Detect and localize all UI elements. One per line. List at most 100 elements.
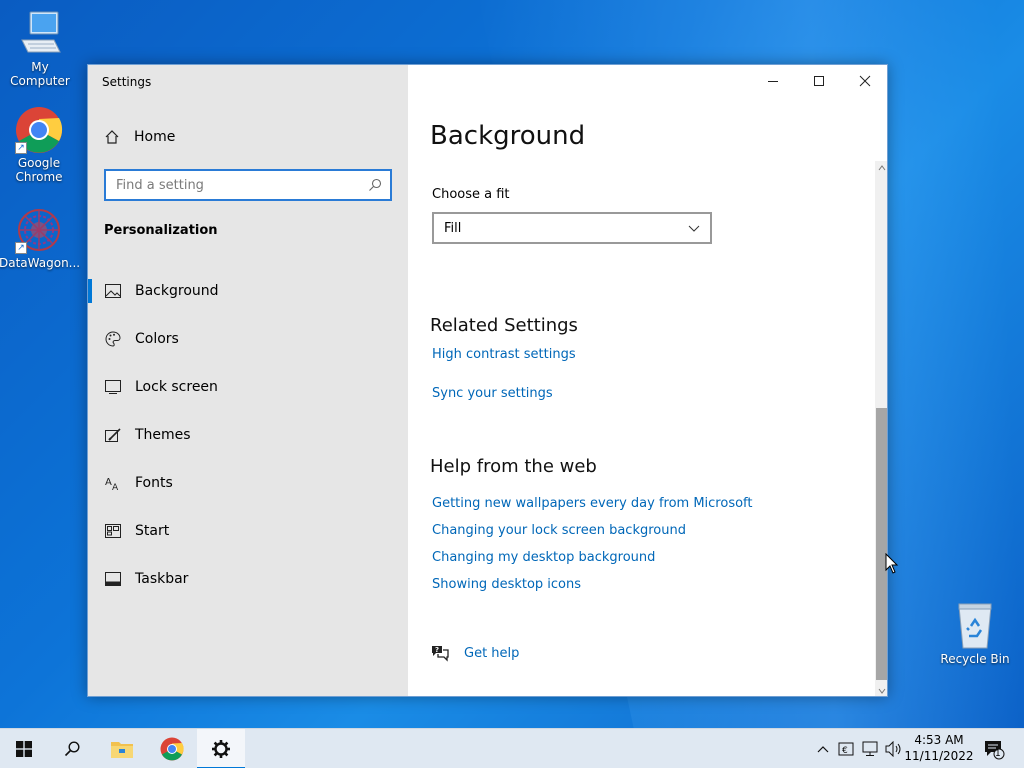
desktop-icon-label: My Computer	[10, 60, 70, 88]
search-input[interactable]	[106, 171, 356, 199]
close-button[interactable]	[842, 65, 887, 97]
chrome-icon	[160, 737, 184, 761]
sidebar-item-lock-screen[interactable]: Lock screen	[88, 363, 408, 411]
sidebar-item-taskbar[interactable]: Taskbar	[88, 555, 408, 603]
get-help-link[interactable]: ? Get help	[430, 643, 519, 663]
chevron-up-icon	[817, 746, 829, 753]
minimize-button[interactable]	[750, 65, 796, 97]
page-title: Background	[430, 121, 586, 151]
fit-dropdown-value: Fill	[444, 220, 462, 236]
sidebar-item-label: Fonts	[135, 475, 173, 491]
action-center-button[interactable]: 1	[980, 729, 1008, 768]
mouse-cursor-icon	[885, 553, 899, 574]
help-link-desktop-icons[interactable]: Showing desktop icons	[432, 577, 581, 592]
help-link-wallpapers[interactable]: Getting new wallpapers every day from Mi…	[432, 496, 753, 511]
picture-icon	[104, 282, 122, 300]
sidebar-item-label: Lock screen	[135, 379, 218, 395]
clock-time: 4:53 AM	[914, 733, 964, 747]
sidebar-item-label: Themes	[135, 427, 191, 443]
start-icon	[104, 522, 122, 540]
show-hidden-icons-button[interactable]	[814, 729, 832, 768]
volume-icon	[885, 741, 901, 757]
sidebar-nav: Background Colors Lock screen Themes A A…	[88, 267, 408, 603]
close-icon	[859, 75, 871, 87]
volume-button[interactable]	[884, 729, 904, 768]
desktop-icon-google-chrome[interactable]: ↗ Google Chrome	[0, 106, 79, 184]
search-button[interactable]	[48, 729, 96, 768]
sidebar-item-start[interactable]: Start	[88, 507, 408, 555]
help-link-lock-screen[interactable]: Changing your lock screen background	[432, 523, 686, 538]
get-help-label: Get help	[464, 645, 520, 661]
fonts-icon: AA	[104, 474, 122, 492]
chevron-down-icon	[688, 225, 700, 232]
sidebar-item-fonts[interactable]: AA Fonts	[88, 459, 408, 507]
chrome-icon: ↗	[15, 106, 63, 154]
palette-icon	[104, 330, 122, 348]
sync-settings-link[interactable]: Sync your settings	[432, 386, 553, 401]
notification-count: 1	[995, 749, 1001, 759]
help-from-web-heading: Help from the web	[430, 456, 597, 477]
computer-icon	[16, 10, 64, 58]
section-title: Personalization	[104, 223, 218, 238]
choose-fit-label: Choose a fit	[432, 187, 510, 202]
home-label: Home	[134, 129, 176, 145]
search-box[interactable]	[104, 169, 392, 201]
desktop-icon-datawagon[interactable]: ↗ DataWagon...	[0, 206, 81, 270]
help-link-desktop-background[interactable]: Changing my desktop background	[432, 550, 655, 565]
recycle-bin-icon	[951, 602, 999, 650]
home-link[interactable]: Home	[104, 129, 175, 145]
desktop-icon-label: Recycle Bin	[940, 652, 1010, 666]
taskbar-file-explorer[interactable]	[98, 729, 146, 768]
taskbar-settings[interactable]	[197, 729, 245, 768]
shortcut-arrow-icon: ↗	[15, 242, 27, 254]
maximize-button[interactable]	[796, 65, 842, 97]
svg-text:?: ?	[435, 646, 439, 654]
settings-sidebar: Settings Home Personalization Background	[88, 65, 408, 696]
scroll-down-button[interactable]	[875, 684, 887, 696]
svg-text:A: A	[105, 477, 112, 488]
sidebar-item-colors[interactable]: Colors	[88, 315, 408, 363]
tray-app-icon[interactable]: €	[836, 729, 856, 768]
start-button[interactable]	[0, 729, 48, 768]
search-icon	[64, 741, 80, 757]
sidebar-item-background[interactable]: Background	[88, 267, 408, 315]
related-settings-heading: Related Settings	[430, 315, 578, 336]
desktop-icon-label: Google Chrome	[15, 156, 63, 184]
chevron-down-icon	[878, 688, 886, 694]
settings-window: Settings Home Personalization Background	[87, 64, 888, 697]
network-icon	[862, 741, 878, 756]
themes-icon	[104, 426, 122, 444]
chevron-up-icon	[878, 165, 886, 171]
maximize-icon	[814, 76, 824, 86]
notification-icon	[985, 741, 1005, 760]
network-button[interactable]	[860, 729, 882, 768]
get-help-icon: ?	[432, 646, 449, 662]
sidebar-item-themes[interactable]: Themes	[88, 411, 408, 459]
folder-icon	[111, 742, 133, 758]
scrollbar[interactable]	[875, 161, 887, 696]
taskbar-clock[interactable]: 4:53 AM 11/11/2022	[902, 732, 976, 764]
desktop-icon-label: DataWagon...	[0, 256, 81, 270]
sidebar-item-label: Start	[135, 523, 170, 539]
scrollbar-thumb[interactable]	[876, 408, 887, 680]
scroll-up-button[interactable]	[875, 161, 887, 175]
datawagon-icon: ↗	[15, 206, 63, 254]
search-icon[interactable]	[368, 178, 382, 192]
taskbar-icon	[104, 570, 122, 588]
svg-text:€: €	[842, 746, 848, 756]
clock-date: 11/11/2022	[904, 749, 974, 763]
high-contrast-link[interactable]: High contrast settings	[432, 347, 576, 362]
windows-logo-icon	[16, 741, 32, 757]
shortcut-arrow-icon: ↗	[15, 142, 27, 154]
taskbar-chrome[interactable]	[148, 729, 196, 768]
minimize-icon	[768, 81, 778, 82]
desktop-icon-recycle-bin[interactable]: Recycle Bin	[935, 602, 1015, 666]
desktop-icon-my-computer[interactable]: My Computer	[0, 10, 80, 88]
home-icon	[105, 130, 119, 144]
sidebar-item-label: Background	[135, 283, 219, 299]
sidebar-item-label: Taskbar	[135, 571, 189, 587]
lock-screen-icon	[104, 378, 122, 396]
svg-text:A: A	[112, 483, 119, 491]
window-title: Settings	[102, 75, 152, 89]
fit-dropdown[interactable]: Fill	[432, 212, 712, 244]
